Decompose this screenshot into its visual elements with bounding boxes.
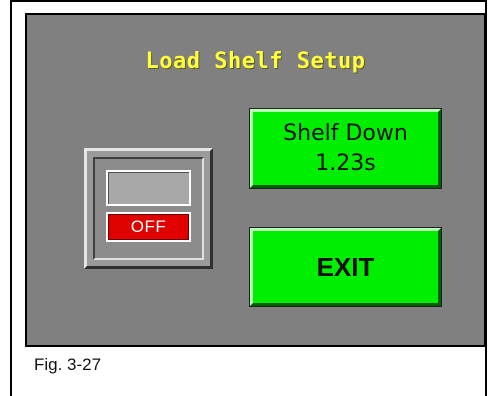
exit-button[interactable]: EXIT: [249, 227, 442, 307]
switch-on-position[interactable]: [106, 170, 191, 206]
hmi-screen: Load Shelf Setup OFF Shelf Down 1.23s EX…: [25, 13, 486, 347]
shelf-down-time: 1.23s: [315, 150, 376, 176]
switch-bezel: OFF: [93, 157, 204, 260]
shelf-toggle-switch[interactable]: OFF: [84, 148, 213, 269]
shelf-down-button[interactable]: Shelf Down 1.23s: [249, 108, 442, 189]
figure-frame: Load Shelf Setup OFF Shelf Down 1.23s EX…: [10, 0, 487, 396]
switch-off-indicator[interactable]: OFF: [106, 212, 191, 242]
exit-label: EXIT: [316, 251, 375, 282]
figure-caption: Fig. 3-27: [34, 355, 102, 374]
screen-title: Load Shelf Setup: [145, 49, 366, 74]
shelf-down-label: Shelf Down: [283, 120, 408, 146]
